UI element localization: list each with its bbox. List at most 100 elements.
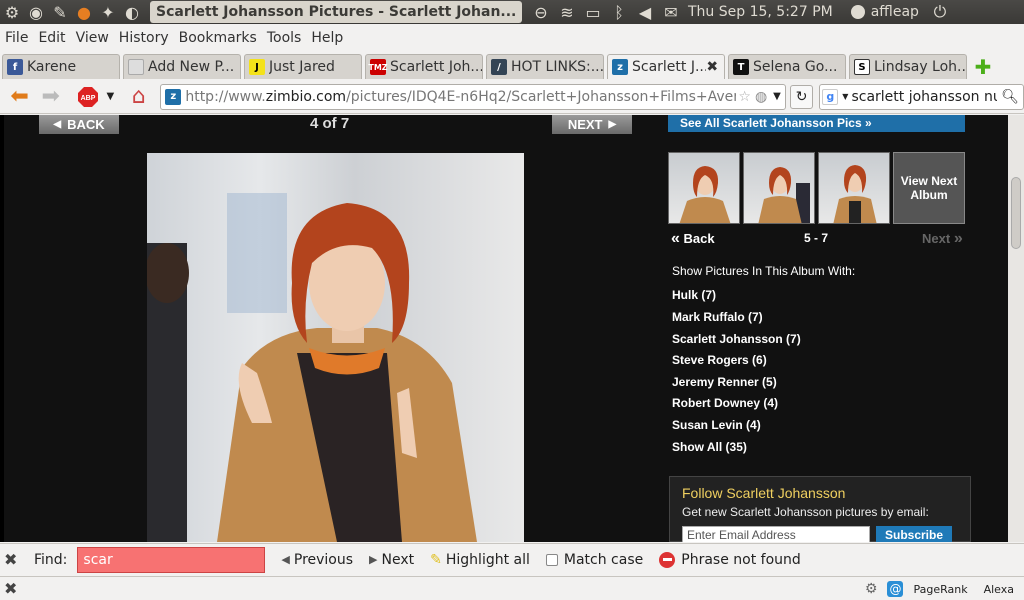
menu-edit[interactable]: Edit [38,30,65,46]
tab-label: HOT LINKS:... [511,59,603,75]
top-panel: ⚙ ◉ ✎ ● ✦ ◐ Scarlett Johansson Pictures … [0,0,1024,24]
album-link-hulk[interactable]: Hulk (7) [672,288,716,302]
search-icon[interactable]: 🔍︎ [1001,89,1019,105]
album-thumbnail[interactable] [668,152,740,224]
volume-icon[interactable]: ◀ [632,0,658,24]
minimize-icon[interactable]: ⊖ [528,0,554,24]
thumb-back-link[interactable]: « Back [671,230,715,248]
new-tab-icon[interactable]: ✚ [970,55,996,79]
find-input[interactable]: scar [77,546,266,573]
reload-icon[interactable]: ↻ [789,84,814,109]
google-icon: g [822,88,839,105]
album-link-susan-levin[interactable]: Susan Levin (4) [672,418,761,432]
find-next-button[interactable]: ▶ Next [369,552,414,568]
pagerank-label[interactable]: PageRank [913,583,967,596]
tab-selena[interactable]: T Selena Go... [728,54,846,79]
url-prefix: http://www. [185,88,266,105]
album-link-robert-downey[interactable]: Robert Downey (4) [672,396,778,410]
user-name[interactable]: affleap [871,4,919,20]
menu-tools[interactable]: Tools [267,30,302,46]
bluetooth-icon[interactable]: ᛒ [606,0,632,24]
tab-label: Scarlett J... [632,59,707,75]
alexa-label[interactable]: Alexa [984,583,1014,596]
follow-subtitle: Get new Scarlett Johansson pictures by e… [682,505,929,519]
next-button[interactable]: NEXT ▶ [552,115,632,134]
system-icon[interactable]: ◐ [120,0,144,24]
menu-bookmarks[interactable]: Bookmarks [179,30,257,46]
home-icon[interactable]: ⌂ [123,82,154,112]
view-next-album-button[interactable]: View Next Album [893,152,965,224]
album-thumbnail[interactable] [743,152,815,224]
thumb-back-label: Back [683,231,715,246]
album-link-mark-ruffalo[interactable]: Mark Ruffalo (7) [672,310,763,324]
tab-just-jared[interactable]: J Just Jared [244,54,362,79]
at-sign-icon[interactable]: @ [887,581,904,597]
adblock-icon[interactable]: ABP [72,82,103,112]
zimbio-icon: z [612,59,628,75]
mail-icon[interactable]: ✉ [658,0,684,24]
album-link-steve-rogers[interactable]: Steve Rogers (6) [672,353,767,367]
window-title: Scarlett Johansson Pictures - Scarlett J… [150,1,522,23]
album-link-scarlett-johansson[interactable]: Scarlett Johansson (7) [672,332,801,346]
highlight-all-button[interactable]: ✎ Highlight all [430,552,530,568]
find-label: Find: [34,551,68,568]
email-field[interactable]: Enter Email Address [682,526,870,542]
system-tray: ⊖ ≋ ▭ ᛒ ◀ ✉ Thu Sep 15, 5:27 PM affleap … [528,0,953,24]
close-tab-icon[interactable]: ✖ [706,59,720,75]
album-thumbnail[interactable] [818,152,890,224]
network-tool-icon[interactable]: ✦ [96,0,120,24]
battery-icon[interactable]: ▭ [580,0,606,24]
back-arrow-icon[interactable]: ⬅ [4,82,35,112]
power-icon[interactable]: ⏻ [927,0,953,24]
photo-drawing [147,193,477,542]
text-editor-icon[interactable]: ✎ [48,0,72,24]
tab-tmz[interactable]: TMZ Scarlett Joh... [365,54,483,79]
search-input[interactable]: scarlett johansson nude [851,89,997,105]
tab-zimbio-active[interactable]: z Scarlett J... ✖ [607,54,725,79]
search-box[interactable]: g ▼ scarlett johansson nude 🔍︎ [819,83,1024,110]
gear-icon[interactable]: ⚙ [865,581,878,597]
scrollbar-thumb[interactable] [1011,177,1021,249]
user-icon[interactable] [850,5,865,19]
vertical-scrollbar[interactable] [1008,115,1024,542]
subscribe-button[interactable]: Subscribe [876,526,952,542]
menu-file[interactable]: File [5,30,28,46]
url-bar[interactable]: z http://www.zimbio.com/pictures/IDQ4E-n… [160,83,786,110]
menu-view[interactable]: View [76,30,109,46]
url-text[interactable]: http://www.zimbio.com/pictures/IDQ4E-n6H… [185,89,736,105]
find-previous-button[interactable]: ◀ Previous [281,552,353,568]
menu-help[interactable]: Help [311,30,343,46]
facebook-icon: f [7,59,23,75]
tab-lindsay[interactable]: S Lindsay Loh... [849,54,967,79]
album-link-jeremy-renner[interactable]: Jeremy Renner (5) [672,375,777,389]
back-button[interactable]: ◀ BACK [39,115,119,134]
menu-history[interactable]: History [119,30,169,46]
checkbox-box[interactable] [545,553,558,566]
follow-box: Follow Scarlett Johansson Get new Scarle… [669,476,971,542]
tab-karene[interactable]: f Karene [2,54,120,79]
tmz-icon: TMZ [368,59,388,75]
wifi-icon[interactable]: ≋ [554,0,580,24]
ubuntu-logo-icon[interactable]: ⚙ [0,0,24,24]
main-photo[interactable] [147,153,524,542]
match-case-checkbox[interactable]: Match case [545,552,643,568]
status-addons: ⚙ @ PageRank Alexa [855,577,1014,600]
bookmark-star-icon[interactable]: ☆ [738,89,751,105]
site-identity-icon[interactable]: ◍ [755,89,767,105]
adblock-dropdown-icon[interactable]: ▼ [104,82,118,112]
close-find-bar-icon[interactable]: ✖ [4,550,26,569]
clock[interactable]: Thu Sep 15, 5:27 PM [688,4,833,20]
firefox-icon[interactable]: ● [72,0,96,24]
tab-label: Karene [27,59,77,75]
url-dropdown-icon[interactable]: ▼ [773,91,781,102]
forward-arrow-icon[interactable]: ➡ [35,82,66,112]
close-status-icon[interactable]: ✖ [4,579,26,598]
search-engine-dropdown-icon[interactable]: ▼ [842,92,848,101]
album-link-show-all[interactable]: Show All (35) [672,440,747,454]
see-all-pics-link[interactable]: See All Scarlett Johansson Pics » [668,115,965,132]
tab-hot-links[interactable]: / HOT LINKS:... [486,54,604,79]
thumb-next-link[interactable]: Next » [922,230,963,248]
app-launcher-icon[interactable]: ◉ [24,0,48,24]
tab-add-new-post[interactable]: Add New P... [123,54,241,79]
tab-label: Selena Go... [753,59,838,75]
